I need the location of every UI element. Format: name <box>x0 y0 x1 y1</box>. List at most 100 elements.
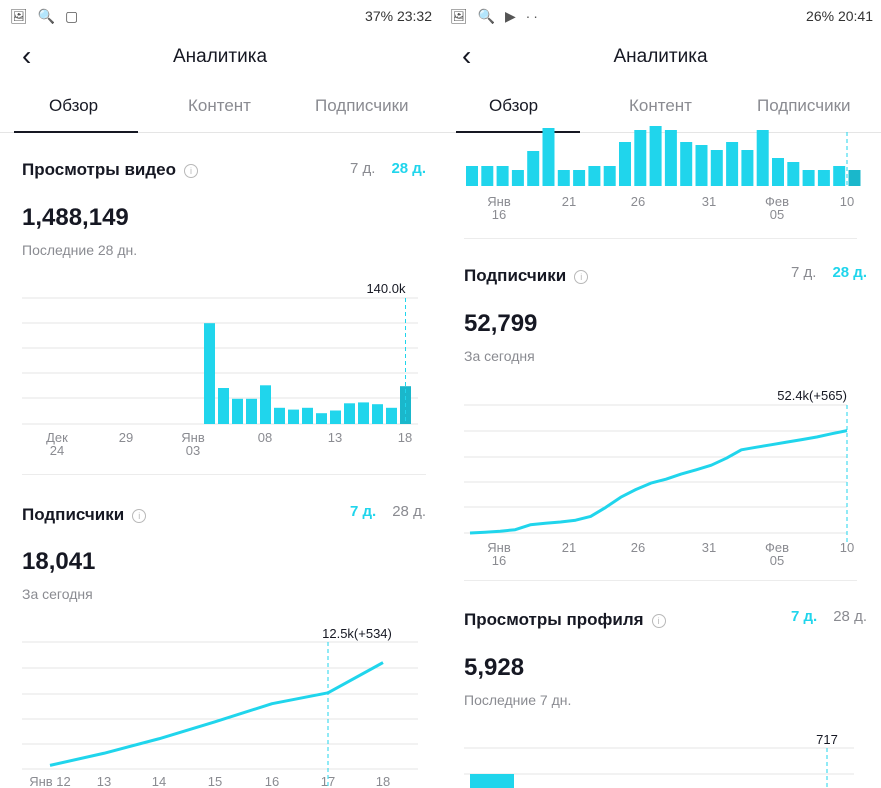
bar <box>316 413 327 424</box>
bar <box>756 130 769 186</box>
bar <box>710 150 723 186</box>
section-title-followers: Подписчики i <box>464 266 589 286</box>
bar <box>260 385 271 424</box>
info-icon[interactable]: i <box>574 269 589 284</box>
bar <box>274 407 285 424</box>
followers-chart: 12.5k(+534) Янв 12 13 14 15 16 17 18 <box>22 626 418 788</box>
x-tick-label: 10 <box>840 194 854 209</box>
range-7d[interactable]: 7 д. <box>350 160 375 177</box>
x-tick-label: 26 <box>631 540 645 555</box>
tab-followers[interactable]: Подписчики <box>315 96 409 116</box>
tab-followers[interactable]: Подписчики <box>757 96 851 116</box>
x-tick-label: Фев 05 <box>765 194 789 222</box>
page-title: Аналитика <box>172 46 268 67</box>
status-bar: 🖼 🔍 ▶ ·· 26% 20:41 <box>440 0 881 34</box>
bar <box>741 150 754 186</box>
x-tick-label: Фев 05 <box>765 540 789 568</box>
x-tick-label: 31 <box>702 194 716 209</box>
bar <box>557 170 570 186</box>
bar <box>695 145 708 186</box>
left-screen: 🖼 🔍 ▢ 37% 23:32 ‹ Аналитика Обзор Контен… <box>0 0 440 788</box>
followers-chart: 52.4k(+565) Янв 16 21 26 31 Фев 05 10 <box>464 388 854 568</box>
bar <box>649 126 662 186</box>
section-divider <box>464 238 857 239</box>
section-title-profile-views: Просмотры профиля i <box>464 610 666 630</box>
tab-overview[interactable]: Обзор <box>49 96 98 116</box>
video-views-chart-partial: Янв 16 21 26 31 Фев 05 10 <box>466 126 861 222</box>
x-tick-label: 16 <box>265 774 279 788</box>
range-7d[interactable]: 7 д. <box>791 264 816 281</box>
bar <box>542 128 555 186</box>
bar <box>218 388 229 424</box>
profile-views-chart: 717 <box>464 732 854 788</box>
bar <box>466 166 478 186</box>
x-tick-label: 31 <box>702 540 716 555</box>
section-title-video-views: Просмотры видео i <box>22 160 199 180</box>
tab-overview[interactable]: Обзор <box>489 96 538 116</box>
bar <box>664 130 677 186</box>
bar <box>619 142 631 186</box>
tab-content[interactable]: Контент <box>188 96 251 116</box>
bar <box>496 166 509 186</box>
info-icon[interactable]: i <box>184 163 199 178</box>
range-selector: 7 д. 28 д. <box>334 160 426 177</box>
section-divider <box>22 474 426 475</box>
section-title-followers: Подписчики i <box>22 505 147 525</box>
status-right: 37% 23:32 <box>365 8 432 24</box>
status-right: 26% 20:41 <box>806 8 873 24</box>
range-7d[interactable]: 7 д. <box>791 608 817 625</box>
profile-views-subtitle: Последние 7 дн. <box>464 692 572 708</box>
bar <box>588 166 601 186</box>
x-tick-label: 14 <box>152 774 166 788</box>
bar <box>634 130 647 186</box>
bar <box>527 151 540 186</box>
right-screen: 🖼 🔍 ▶ ·· 26% 20:41 ‹ Аналитика Обзор Кон… <box>440 0 881 788</box>
tab-bar: Обзор Контент Подписчики <box>0 90 440 133</box>
bar <box>288 409 299 424</box>
range-28d[interactable]: 28 д. <box>832 264 867 281</box>
bar <box>232 398 243 424</box>
bar <box>246 398 257 424</box>
x-tick-label: 21 <box>562 540 576 555</box>
x-tick-label: Янв 12 <box>29 774 71 788</box>
tab-content[interactable]: Контент <box>629 96 692 116</box>
active-tab-indicator <box>14 131 138 133</box>
x-tick-label: 26 <box>631 194 645 209</box>
bar <box>787 162 800 186</box>
followers-value: 18,041 <box>22 548 96 575</box>
value-annotation: 12.5k(+534) <box>322 626 392 641</box>
x-tick-label: 17 <box>321 774 335 788</box>
bar <box>330 410 341 424</box>
followers-value: 52,799 <box>464 310 538 337</box>
video-views-value: 1,488,149 <box>22 204 129 231</box>
bar <box>344 403 355 424</box>
bar <box>481 166 494 186</box>
followers-subtitle: За сегодня <box>22 586 93 602</box>
x-tick-label: 21 <box>562 194 576 209</box>
section-divider <box>464 580 857 581</box>
range-28d[interactable]: 28 д. <box>392 503 426 520</box>
series-line <box>49 661 384 767</box>
value-annotation: 140.0k <box>366 281 406 296</box>
range-selector: 7 д. 28 д. <box>775 608 867 625</box>
info-icon[interactable]: i <box>132 508 147 523</box>
x-tick-label: 13 <box>328 430 342 445</box>
status-icons: 🖼 🔍 ▢ <box>10 8 82 24</box>
status-icons: 🖼 🔍 ▶ ·· <box>450 8 541 24</box>
range-28d[interactable]: 28 д. <box>391 160 426 177</box>
bar <box>470 774 514 788</box>
bar <box>372 404 383 424</box>
bar <box>802 170 815 186</box>
status-bar: 🖼 🔍 ▢ 37% 23:32 <box>0 0 440 34</box>
range-7d[interactable]: 7 д. <box>350 503 376 520</box>
x-tick-label: 29 <box>119 430 133 445</box>
x-tick-label: 13 <box>97 774 111 788</box>
bar <box>358 402 369 424</box>
x-tick-label: 15 <box>208 774 222 788</box>
bar <box>848 170 861 186</box>
range-28d[interactable]: 28 д. <box>833 608 867 625</box>
x-tick-label: Дек 24 <box>46 430 68 458</box>
bar <box>573 170 586 186</box>
video-views-chart: 140.0k Дек 24 29 Янв 03 08 13 18 <box>22 281 418 458</box>
info-icon[interactable]: i <box>651 613 666 628</box>
